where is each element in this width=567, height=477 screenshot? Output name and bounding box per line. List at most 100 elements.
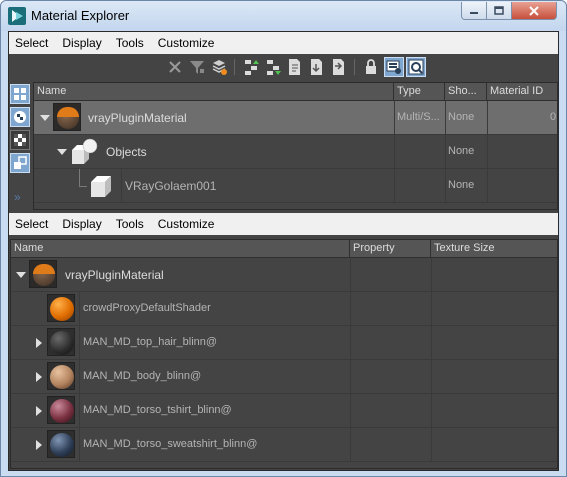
expand-side-icon[interactable]: » — [14, 190, 21, 204]
export-icon — [289, 59, 300, 75]
delete-icon — [169, 61, 181, 73]
tree-row[interactable]: MAN_MD_body_blinn@ — [11, 360, 557, 394]
col-header-property[interactable]: Property — [350, 240, 431, 258]
menu-tools[interactable]: Tools — [109, 36, 151, 50]
tree-row[interactable]: VRayGolaem001 None — [34, 169, 557, 203]
row-name: vrayPluginMaterial — [88, 111, 187, 125]
title-bar[interactable]: Material Explorer — [1, 1, 566, 31]
checker-alt-icon — [14, 134, 26, 146]
expand-arrow-icon[interactable] — [16, 272, 26, 278]
window-title: Material Explorer — [31, 8, 130, 23]
row-show: None — [448, 111, 475, 123]
lock-icon — [366, 59, 376, 74]
expand-arrow-icon[interactable] — [36, 372, 42, 382]
row-show: None — [448, 179, 475, 191]
material-thumbnail — [47, 328, 75, 356]
material-thumbnail — [47, 430, 75, 458]
tree-row[interactable]: vrayPluginMaterial — [11, 258, 557, 292]
row-name: MAN_MD_torso_tshirt_blinn@ — [83, 404, 232, 416]
import-icon — [311, 59, 322, 75]
maximize-button[interactable] — [486, 2, 512, 20]
filter-button[interactable] — [187, 57, 207, 77]
expand-arrow-icon[interactable] — [57, 149, 67, 155]
menu-customize[interactable]: Customize — [151, 36, 222, 50]
tree-row[interactable]: Objects None — [34, 135, 557, 169]
material-explorer-window: Material Explorer Select Display Tools C… — [0, 0, 567, 477]
col-header-name[interactable]: Name — [34, 83, 394, 101]
display-mode-alt-button[interactable] — [406, 57, 426, 77]
layers-button[interactable] — [209, 57, 229, 77]
menu-display[interactable]: Display — [55, 217, 108, 231]
expand-arrow-icon[interactable] — [36, 338, 42, 348]
row-material-id: 0 — [550, 111, 557, 123]
filter-icon — [190, 61, 204, 74]
layers-icon — [212, 60, 227, 75]
display-mode-icon — [386, 60, 401, 74]
menu-select[interactable]: Select — [9, 217, 55, 231]
material-thumbnail — [47, 396, 75, 424]
tree-row[interactable]: MAN_MD_top_hair_blinn@ — [11, 326, 557, 360]
minimize-button[interactable] — [461, 2, 487, 20]
sync-button[interactable] — [329, 57, 349, 77]
row-name: MAN_MD_torso_sweatshirt_blinn@ — [83, 438, 258, 450]
display-mode-alt-icon — [408, 59, 424, 75]
col-header-name[interactable]: Name — [11, 240, 350, 258]
row-name: VRayGolaem001 — [125, 179, 217, 193]
checker-icon — [14, 111, 26, 123]
material-thumbnail — [29, 260, 57, 288]
sync-icon — [333, 59, 344, 75]
col-header-texture-size[interactable]: Texture Size — [431, 240, 558, 258]
top-toolbar — [9, 54, 558, 80]
list-view-icon — [14, 88, 26, 100]
hierarchy-up-icon — [245, 60, 259, 75]
top-grid: Name Type Sho... Material ID vrayPluginM… — [33, 82, 558, 210]
geometry-object-icon — [91, 176, 111, 197]
minimize-icon — [470, 11, 478, 14]
row-name: MAN_MD_top_hair_blinn@ — [83, 336, 218, 348]
material-thumbnail — [47, 362, 75, 390]
bottom-grid: Name Property Texture Size vrayPluginMat… — [10, 239, 558, 469]
tree-row[interactable]: vrayPluginMaterial Multi/S... None 0 — [34, 101, 557, 135]
tree-row[interactable]: MAN_MD_torso_tshirt_blinn@ — [11, 394, 557, 428]
3ds-max-icon — [8, 7, 26, 25]
row-name: MAN_MD_body_blinn@ — [83, 370, 202, 382]
menu-display[interactable]: Display — [55, 36, 108, 50]
delete-button[interactable] — [165, 57, 185, 77]
hierarchy-down-button[interactable] — [263, 57, 283, 77]
lock-button[interactable] — [361, 57, 381, 77]
objects-icon — [72, 138, 98, 164]
display-mode-button[interactable] — [384, 57, 404, 77]
close-button[interactable] — [511, 2, 557, 20]
expand-arrow-icon[interactable] — [36, 406, 42, 416]
expand-arrow-icon[interactable] — [40, 115, 50, 121]
col-header-type[interactable]: Type — [394, 83, 445, 101]
tree-row[interactable]: MAN_MD_torso_sweatshirt_blinn@ — [11, 428, 557, 462]
col-header-show[interactable]: Sho... — [445, 83, 487, 101]
explorer-client-area: Select Display Tools Customize » Name Ty… — [8, 31, 559, 471]
toolbar-separator — [354, 59, 355, 75]
hierarchy-down-icon — [267, 60, 281, 75]
close-icon — [529, 5, 539, 16]
toolbar-separator — [234, 59, 235, 75]
material-thumbnail — [53, 103, 81, 131]
list-view-button[interactable] — [10, 84, 30, 104]
row-show: None — [448, 145, 475, 157]
menu-select[interactable]: Select — [9, 36, 55, 50]
import-button[interactable] — [307, 57, 327, 77]
tree-row[interactable]: crowdProxyDefaultShader — [11, 292, 557, 326]
maximize-icon — [494, 6, 504, 15]
col-header-material-id[interactable]: Material ID — [487, 83, 558, 101]
row-name: Objects — [106, 145, 147, 159]
menu-customize[interactable]: Customize — [151, 217, 222, 231]
checker-button[interactable] — [10, 107, 30, 127]
instance-button[interactable] — [10, 153, 30, 173]
checker-alt-button[interactable] — [10, 130, 30, 150]
row-name: vrayPluginMaterial — [65, 268, 164, 282]
menu-tools[interactable]: Tools — [109, 217, 151, 231]
bottom-menubar: Select Display Tools Customize — [9, 213, 558, 235]
export-button[interactable] — [285, 57, 305, 77]
hierarchy-up-button[interactable] — [241, 57, 261, 77]
top-menubar: Select Display Tools Customize — [9, 32, 558, 54]
expand-arrow-icon[interactable] — [36, 440, 42, 450]
material-thumbnail — [47, 294, 75, 322]
